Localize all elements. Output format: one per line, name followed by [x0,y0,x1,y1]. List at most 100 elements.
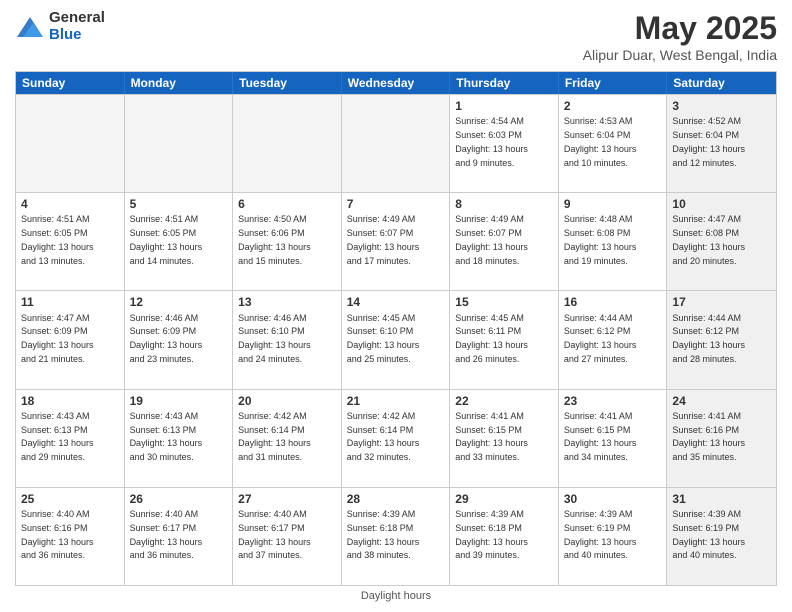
cal-row-2: 11 Sunrise: 4:47 AM Sunset: 6:09 PM Dayli… [16,290,776,388]
cal-cell: 7 Sunrise: 4:49 AM Sunset: 6:07 PM Daylig… [342,193,451,290]
header: General Blue May 2025 Alipur Duar, West … [15,10,777,63]
cal-cell [16,95,125,192]
logo-text: General Blue [49,10,105,43]
day-number: 6 [238,196,336,212]
day-info: Sunrise: 4:41 AM Sunset: 6:16 PM Dayligh… [672,411,745,462]
cal-cell: 10Sunrise: 4:47 AM Sunset: 6:08 PM Dayli… [667,193,776,290]
calendar-header: SundayMondayTuesdayWednesdayThursdayFrid… [16,72,776,94]
day-number: 27 [238,491,336,507]
day-number: 9 [564,196,662,212]
day-number: 26 [130,491,228,507]
title-location: Alipur Duar, West Bengal, India [583,47,777,63]
day-number: 15 [455,294,553,310]
cal-cell: 4 Sunrise: 4:51 AM Sunset: 6:05 PM Daylig… [16,193,125,290]
logo-blue: Blue [49,27,105,44]
cal-cell: 16 Sunrise: 4:44 AM Sunset: 6:12 PM Dayli… [559,291,668,388]
logo: General Blue [15,10,105,43]
day-info: Sunrise: 4:39 AM Sunset: 6:19 PM Dayligh… [672,509,745,560]
cal-cell: 2 Sunrise: 4:53 AM Sunset: 6:04 PM Daylig… [559,95,668,192]
day-number: 20 [238,393,336,409]
cal-cell [233,95,342,192]
day-info: Sunrise: 4:39 AM Sunset: 6:19 PM Dayligh… [564,509,637,560]
day-info: Sunrise: 4:42 AM Sunset: 6:14 PM Dayligh… [347,411,420,462]
day-info: Sunrise: 4:43 AM Sunset: 6:13 PM Dayligh… [21,411,94,462]
cal-cell: 13Sunrise: 4:46 AM Sunset: 6:10 PM Dayli… [233,291,342,388]
day-info: Sunrise: 4:41 AM Sunset: 6:15 PM Dayligh… [455,411,528,462]
day-number: 13 [238,294,336,310]
day-number: 2 [564,98,662,114]
cal-cell: 11 Sunrise: 4:47 AM Sunset: 6:09 PM Dayli… [16,291,125,388]
day-number: 31 [672,491,771,507]
day-number: 7 [347,196,445,212]
cal-cell: 9Sunrise: 4:48 AM Sunset: 6:08 PM Daylig… [559,193,668,290]
day-info: Sunrise: 4:53 AM Sunset: 6:04 PM Dayligh… [564,116,637,167]
day-number: 24 [672,393,771,409]
day-number: 23 [564,393,662,409]
day-number: 11 [21,294,119,310]
cal-cell: 17 Sunrise: 4:44 AM Sunset: 6:12 PM Dayli… [667,291,776,388]
day-info: Sunrise: 4:44 AM Sunset: 6:12 PM Dayligh… [672,313,745,364]
logo-icon [15,13,45,41]
cal-cell: 31 Sunrise: 4:39 AM Sunset: 6:19 PM Dayli… [667,488,776,585]
cal-cell: 26 Sunrise: 4:40 AM Sunset: 6:17 PM Dayli… [125,488,234,585]
cal-cell: 1 Sunrise: 4:54 AM Sunset: 6:03 PM Daylig… [450,95,559,192]
day-info: Sunrise: 4:45 AM Sunset: 6:10 PM Dayligh… [347,313,420,364]
day-number: 28 [347,491,445,507]
title-block: May 2025 Alipur Duar, West Bengal, India [583,10,777,63]
calendar: SundayMondayTuesdayWednesdayThursdayFrid… [15,71,777,586]
day-info: Sunrise: 4:51 AM Sunset: 6:05 PM Dayligh… [130,214,203,265]
day-info: Sunrise: 4:47 AM Sunset: 6:09 PM Dayligh… [21,313,94,364]
day-info: Sunrise: 4:44 AM Sunset: 6:12 PM Dayligh… [564,313,637,364]
cal-cell: 15 Sunrise: 4:45 AM Sunset: 6:11 PM Dayli… [450,291,559,388]
cal-row-0: 1 Sunrise: 4:54 AM Sunset: 6:03 PM Daylig… [16,94,776,192]
cal-header-saturday: Saturday [667,72,776,94]
day-number: 8 [455,196,553,212]
cal-header-sunday: Sunday [16,72,125,94]
day-info: Sunrise: 4:52 AM Sunset: 6:04 PM Dayligh… [672,116,745,167]
cal-cell: 30Sunrise: 4:39 AM Sunset: 6:19 PM Dayli… [559,488,668,585]
calendar-body: 1 Sunrise: 4:54 AM Sunset: 6:03 PM Daylig… [16,94,776,585]
cal-header-friday: Friday [559,72,668,94]
day-number: 25 [21,491,119,507]
day-info: Sunrise: 4:54 AM Sunset: 6:03 PM Dayligh… [455,116,528,167]
day-number: 1 [455,98,553,114]
day-info: Sunrise: 4:51 AM Sunset: 6:05 PM Dayligh… [21,214,94,265]
cal-cell: 28Sunrise: 4:39 AM Sunset: 6:18 PM Dayli… [342,488,451,585]
day-number: 29 [455,491,553,507]
day-number: 17 [672,294,771,310]
cal-cell: 19Sunrise: 4:43 AM Sunset: 6:13 PM Dayli… [125,390,234,487]
page: General Blue May 2025 Alipur Duar, West … [0,0,792,612]
day-number: 18 [21,393,119,409]
cal-cell [125,95,234,192]
cal-header-monday: Monday [125,72,234,94]
day-number: 14 [347,294,445,310]
day-number: 16 [564,294,662,310]
day-info: Sunrise: 4:40 AM Sunset: 6:17 PM Dayligh… [130,509,203,560]
day-number: 10 [672,196,771,212]
cal-header-thursday: Thursday [450,72,559,94]
cal-row-1: 4 Sunrise: 4:51 AM Sunset: 6:05 PM Daylig… [16,192,776,290]
cal-cell: 22 Sunrise: 4:41 AM Sunset: 6:15 PM Dayli… [450,390,559,487]
day-info: Sunrise: 4:49 AM Sunset: 6:07 PM Dayligh… [455,214,528,265]
cal-cell: 23 Sunrise: 4:41 AM Sunset: 6:15 PM Dayli… [559,390,668,487]
day-number: 4 [21,196,119,212]
day-info: Sunrise: 4:45 AM Sunset: 6:11 PM Dayligh… [455,313,528,364]
cal-cell: 27 Sunrise: 4:40 AM Sunset: 6:17 PM Dayli… [233,488,342,585]
logo-general: General [49,10,105,27]
day-info: Sunrise: 4:40 AM Sunset: 6:17 PM Dayligh… [238,509,311,560]
cal-cell: 12Sunrise: 4:46 AM Sunset: 6:09 PM Dayli… [125,291,234,388]
cal-row-4: 25Sunrise: 4:40 AM Sunset: 6:16 PM Dayli… [16,487,776,585]
day-info: Sunrise: 4:49 AM Sunset: 6:07 PM Dayligh… [347,214,420,265]
cal-row-3: 18 Sunrise: 4:43 AM Sunset: 6:13 PM Dayli… [16,389,776,487]
cal-cell: 20Sunrise: 4:42 AM Sunset: 6:14 PM Dayli… [233,390,342,487]
cal-cell: 3Sunrise: 4:52 AM Sunset: 6:04 PM Daylig… [667,95,776,192]
cal-header-tuesday: Tuesday [233,72,342,94]
day-info: Sunrise: 4:46 AM Sunset: 6:09 PM Dayligh… [130,313,203,364]
cal-cell: 29Sunrise: 4:39 AM Sunset: 6:18 PM Dayli… [450,488,559,585]
day-number: 21 [347,393,445,409]
day-info: Sunrise: 4:41 AM Sunset: 6:15 PM Dayligh… [564,411,637,462]
day-number: 22 [455,393,553,409]
cal-cell: 25Sunrise: 4:40 AM Sunset: 6:16 PM Dayli… [16,488,125,585]
cal-cell: 18 Sunrise: 4:43 AM Sunset: 6:13 PM Dayli… [16,390,125,487]
cal-header-wednesday: Wednesday [342,72,451,94]
